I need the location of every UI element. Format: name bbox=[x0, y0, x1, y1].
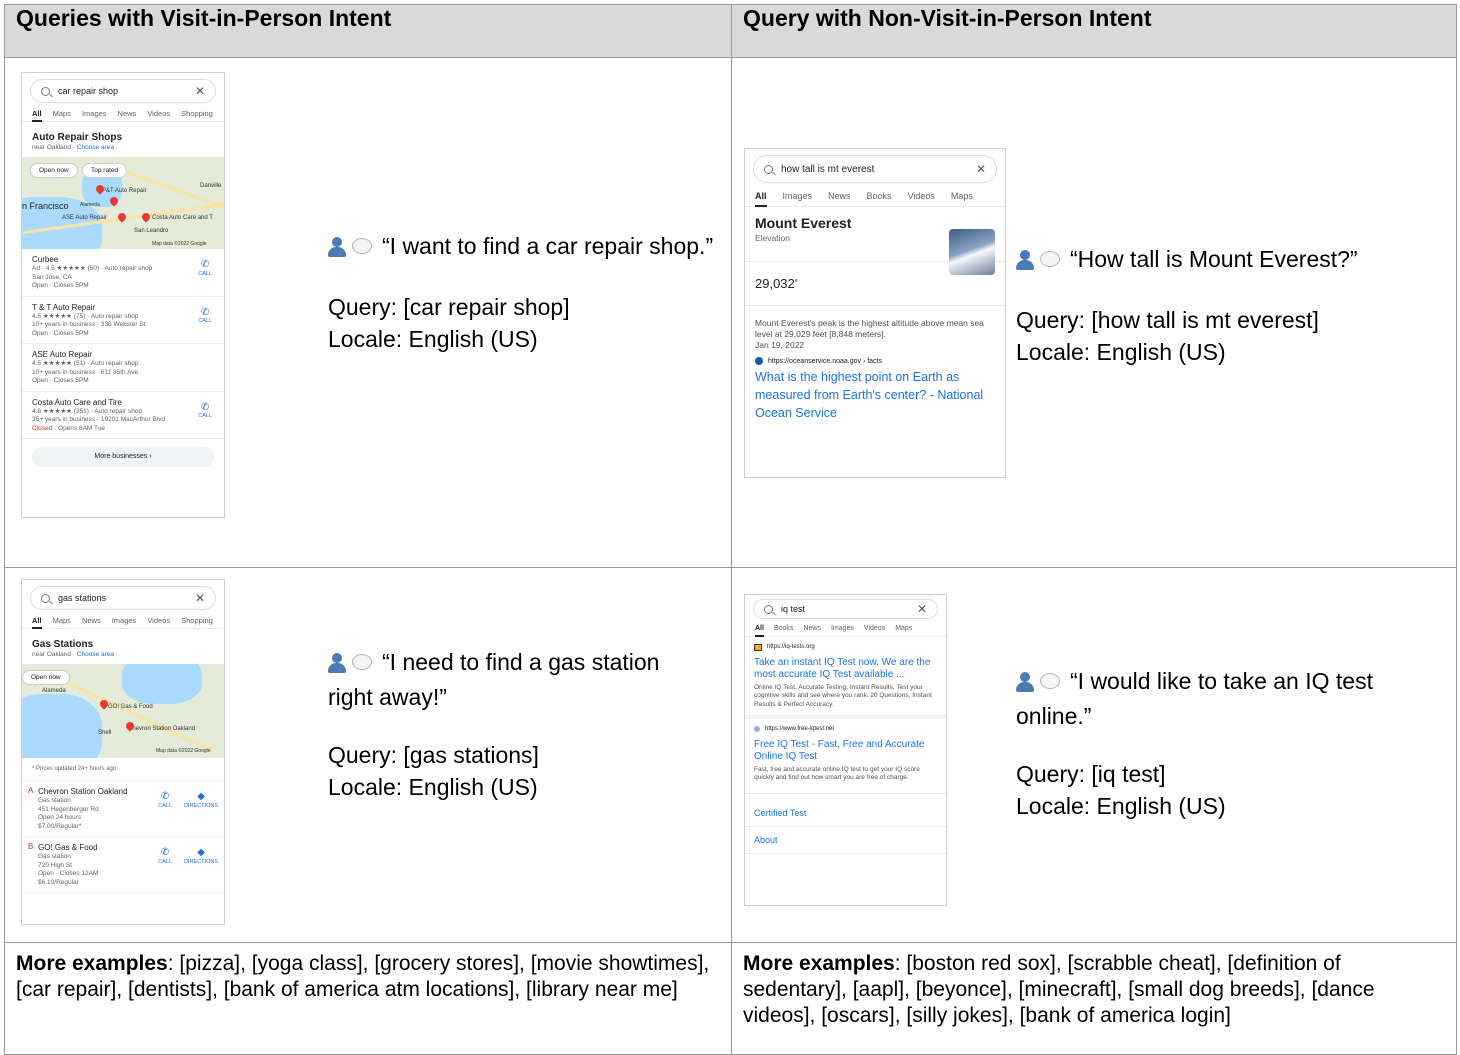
knowledge-title: Mount Everest bbox=[755, 215, 852, 231]
everest-speech: “How tall is Mount Everest?” Query: [how… bbox=[1016, 246, 1358, 365]
gas-stations-speech: “I need to find a gas station right away… bbox=[328, 649, 660, 800]
site-favicon-icon bbox=[754, 643, 762, 651]
call-button[interactable]: ✆ CALL bbox=[198, 306, 212, 326]
listing[interactable]: Costa Auto Care and Tire 4.8 ★★★★★ (351)… bbox=[22, 392, 224, 439]
cell-iq-test: iq test ✕ All Books News Images Videos Maps h… bbox=[731, 567, 1457, 943]
search-icon bbox=[41, 86, 50, 96]
everest-screenshot: how tall is mt everest ✕ All Images News Bo… bbox=[744, 148, 1006, 478]
local-pack-title: Gas Stations bbox=[32, 639, 94, 650]
noaa-icon bbox=[755, 357, 763, 365]
search-icon bbox=[764, 604, 773, 614]
phone-icon: ✆ bbox=[200, 259, 210, 270]
person-icon bbox=[1016, 250, 1034, 270]
call-button[interactable]: ✆ CALL bbox=[198, 259, 212, 278]
search-tabs: All Books News Images Videos Maps bbox=[745, 619, 946, 637]
search-bar: iq test ✕ bbox=[753, 599, 938, 619]
local-pack-subtitle: near Oakland · Choose area bbox=[32, 144, 115, 151]
thought-bubble-icon bbox=[352, 238, 372, 254]
cell-gas-stations: gas stations ✕ All Maps News Images Videos Sh… bbox=[4, 567, 732, 943]
call-button[interactable]: ✆ CALL bbox=[158, 791, 172, 810]
header-visit-in-person: Queries with Visit-in-Person Intent bbox=[4, 4, 732, 58]
close-icon: ✕ bbox=[975, 162, 986, 176]
sitelink-certified-test[interactable]: Certified Test bbox=[745, 800, 946, 827]
thought-bubble-icon bbox=[1040, 251, 1060, 267]
directions-icon: ◆ bbox=[197, 847, 205, 858]
thought-bubble-icon bbox=[352, 654, 372, 670]
listing[interactable]: A Chevron Station Oakland Gas station 45… bbox=[22, 781, 224, 837]
directions-button[interactable]: ◆ DIRECTIONS bbox=[184, 791, 218, 810]
phone-icon: ✆ bbox=[160, 847, 170, 858]
directions-button[interactable]: ◆ DIRECTIONS bbox=[184, 847, 218, 866]
gas-stations-screenshot: gas stations ✕ All Maps News Images Videos Sh… bbox=[21, 579, 225, 925]
more-examples-non-visit: More examples: [boston red sox], [scrabb… bbox=[731, 942, 1457, 1055]
result-link[interactable]: Free IQ Test - Fast, Free and Accurate O… bbox=[754, 739, 937, 763]
intent-table: Queries with Visit-in-Person Intent Quer… bbox=[4, 4, 1457, 1055]
call-button[interactable]: ✆ CALL bbox=[198, 401, 212, 421]
close-icon: ✕ bbox=[916, 602, 927, 616]
search-bar: how tall is mt everest ✕ bbox=[753, 155, 997, 183]
more-businesses-button[interactable]: More businesses › bbox=[32, 447, 214, 467]
local-pack-title: Auto Repair Shops bbox=[32, 132, 123, 143]
close-icon: ✕ bbox=[194, 84, 205, 98]
listing[interactable]: Curbee Ad · 4.5 ★★★★★ (50) · Auto repair… bbox=[22, 249, 224, 297]
iq-test-screenshot: iq test ✕ All Books News Images Videos Maps h… bbox=[744, 594, 947, 906]
search-result: https://iq-tests.org Take an instant IQ … bbox=[745, 637, 946, 719]
map-image: Open now Alameda GO! Gas & Food Shell Ch… bbox=[22, 664, 224, 758]
cell-everest: how tall is mt everest ✕ All Images News Bo… bbox=[731, 57, 1457, 568]
cell-car-repair: car repair shop ✕ All Maps Images News Video… bbox=[4, 57, 732, 568]
person-icon bbox=[328, 653, 346, 673]
person-icon bbox=[1016, 672, 1034, 692]
mountain-image bbox=[949, 229, 995, 275]
site-favicon-icon bbox=[754, 726, 760, 733]
call-button[interactable]: ✆ CALL bbox=[158, 847, 172, 866]
sitelink-about[interactable]: About bbox=[745, 827, 946, 854]
search-tabs: All Maps News Images Videos Shopping bbox=[22, 610, 224, 629]
search-tabs: All Maps Images News Videos Shopping bbox=[22, 103, 224, 122]
listing[interactable]: T & T Auto Repair 4.5 ★★★★★ (75) · Auto … bbox=[22, 297, 224, 344]
header-non-visit-in-person: Query with Non-Visit-in-Person Intent bbox=[731, 4, 1457, 58]
search-bar: gas stations ✕ bbox=[30, 586, 216, 610]
iq-test-speech: “I would like to take an IQ test online.… bbox=[1016, 668, 1373, 819]
phone-icon: ✆ bbox=[200, 306, 210, 318]
person-icon bbox=[328, 237, 346, 257]
phone-icon: ✆ bbox=[200, 401, 210, 413]
result-link[interactable]: Take an instant IQ Test now. We are the … bbox=[754, 657, 937, 681]
search-tabs: All Images News Books Videos Maps bbox=[745, 183, 1005, 207]
search-icon bbox=[41, 593, 50, 603]
more-examples-visit: More examples: [pizza], [yoga class], [g… bbox=[4, 942, 732, 1055]
close-icon: ✕ bbox=[194, 591, 205, 605]
search-icon bbox=[764, 164, 773, 174]
car-repair-speech: “I want to find a car repair shop.” Quer… bbox=[328, 233, 714, 352]
directions-icon: ◆ bbox=[197, 791, 205, 802]
listing[interactable]: ASE Auto Repair 4.5 ★★★★★ (51) · Auto re… bbox=[22, 344, 224, 392]
car-repair-screenshot: car repair shop ✕ All Maps Images News Video… bbox=[21, 72, 225, 518]
result-link[interactable]: What is the highest point on Earth as me… bbox=[745, 365, 1005, 422]
phone-icon: ✆ bbox=[160, 791, 170, 802]
source-url: https://oceanservice.noaa.gov › facts bbox=[745, 351, 1005, 365]
thought-bubble-icon bbox=[1040, 673, 1060, 689]
search-result: https://www.free-iqtest.net Free IQ Test… bbox=[745, 719, 946, 794]
search-bar: car repair shop ✕ bbox=[30, 79, 216, 103]
listing[interactable]: B GO! Gas & Food Gas station 720 High St… bbox=[22, 837, 224, 893]
description: Mount Everest's peak is the highest alti… bbox=[755, 318, 984, 339]
map-image: Open now Top rated n Francisco P&T Auto … bbox=[22, 157, 224, 249]
